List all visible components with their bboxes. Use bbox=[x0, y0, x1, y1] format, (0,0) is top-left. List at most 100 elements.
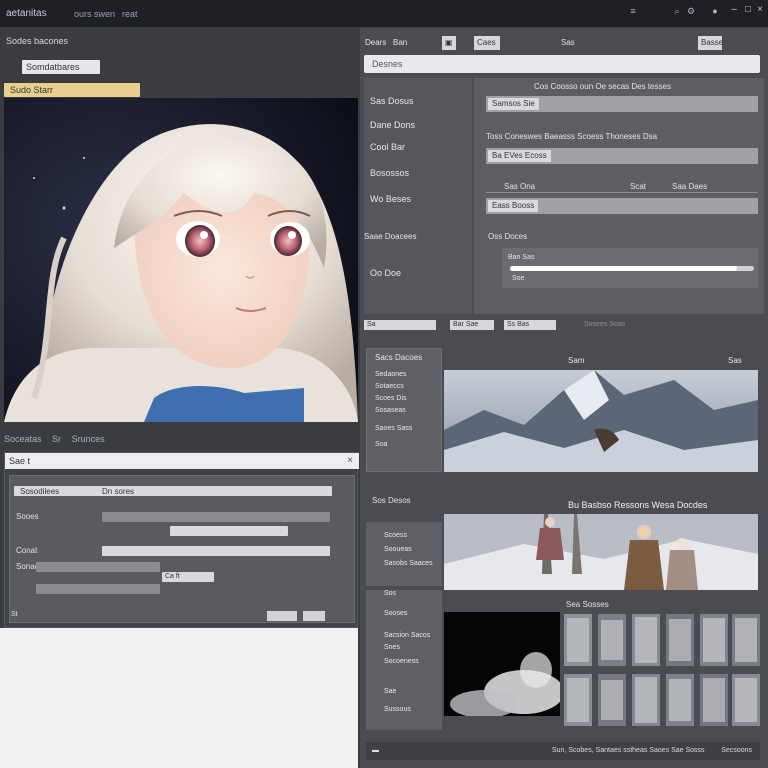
gallery-nav-item[interactable]: Socoeness bbox=[384, 658, 419, 665]
form-input[interactable] bbox=[14, 486, 332, 496]
setting-label: Toss Coneswes Baeasss Scoess Thoneses Ds… bbox=[486, 132, 658, 141]
thumbnail[interactable] bbox=[666, 674, 694, 726]
gallery-nav-3: Sos Sooses Sacsion Sacos Snes Socoeness … bbox=[366, 590, 442, 730]
form-title: Sae t bbox=[9, 456, 31, 466]
tab[interactable]: Ban bbox=[390, 36, 410, 50]
address-bar[interactable]: Desnes bbox=[364, 55, 760, 73]
settings-form: Sae t × Sosodilees Dn sores Sooes Conat … bbox=[4, 452, 359, 628]
thumbnail[interactable] bbox=[598, 614, 626, 666]
settings-icon[interactable]: ⚙ bbox=[686, 6, 696, 16]
gallery-nav-item[interactable]: Sacsion Sacos bbox=[384, 632, 430, 639]
gallery-nav-item[interactable]: Saoes Sass bbox=[375, 425, 412, 432]
section-label: Sea Sosses bbox=[566, 600, 609, 609]
tab[interactable]: Caes bbox=[474, 36, 500, 50]
scene-image[interactable] bbox=[444, 514, 758, 590]
maximize-icon[interactable]: □ bbox=[742, 4, 754, 16]
form-input[interactable] bbox=[170, 526, 288, 536]
form-input[interactable]: Ca ft bbox=[162, 572, 214, 582]
left-panel-heading: Sodes bacones bbox=[6, 36, 69, 46]
menu-icon[interactable]: ≡ bbox=[628, 6, 638, 16]
mountain-image[interactable] bbox=[444, 370, 758, 472]
thumbnail[interactable] bbox=[632, 614, 660, 666]
form-body: Sosodilees Dn sores Sooes Conat Sonaces … bbox=[9, 475, 355, 623]
gallery-nav-item[interactable]: Sae bbox=[384, 688, 396, 695]
thumbnail[interactable] bbox=[632, 674, 660, 726]
thumbnail[interactable] bbox=[732, 674, 760, 726]
gallery-nav-item[interactable]: Sasobs Saaces bbox=[384, 560, 433, 567]
nav-item[interactable]: Wo Beses bbox=[370, 194, 411, 204]
setting-field[interactable]: Eass Booss bbox=[486, 198, 758, 214]
gallery-nav-item[interactable]: Sooueas bbox=[384, 546, 412, 553]
form-input[interactable] bbox=[102, 546, 330, 556]
window-subtitle-2: reat bbox=[122, 9, 138, 19]
slider-track[interactable] bbox=[510, 266, 754, 271]
gallery-nav-item[interactable]: Sedaones bbox=[375, 371, 407, 378]
gallery-nav-item[interactable]: Scoess bbox=[384, 532, 407, 539]
nav-item[interactable]: Cool Bar bbox=[370, 142, 405, 152]
gallery-nav-item[interactable]: Sooses bbox=[384, 610, 407, 617]
gallery-nav-item[interactable]: Sotaeccs bbox=[375, 383, 404, 390]
thumbnail[interactable] bbox=[564, 674, 592, 726]
nav-item[interactable]: Oo Doe bbox=[370, 268, 401, 278]
ok-button[interactable] bbox=[303, 611, 325, 621]
tab-icon[interactable]: ▣ bbox=[442, 36, 456, 50]
title-bar: aetanitas ours swen reat ≡ ⌕ ⚙ ● – □ × bbox=[0, 0, 768, 28]
form-input[interactable] bbox=[102, 512, 330, 522]
tab[interactable]: Dears bbox=[362, 36, 389, 50]
highlighted-item[interactable]: Sudo Starr bbox=[4, 83, 140, 97]
gallery-nav-item[interactable]: Snes bbox=[384, 644, 400, 651]
nav-item[interactable]: Bosossos bbox=[370, 168, 409, 178]
user-icon[interactable]: ● bbox=[710, 6, 720, 16]
status-field[interactable]: Sa bbox=[364, 320, 436, 330]
thumbnail[interactable] bbox=[732, 614, 760, 666]
thumbnail[interactable] bbox=[700, 674, 728, 726]
setting-field[interactable]: Samsos Sie bbox=[486, 96, 758, 112]
thumbnail[interactable] bbox=[564, 614, 592, 666]
toolbar-item[interactable]: Srunces bbox=[72, 434, 105, 444]
gallery-nav-item[interactable]: Sos bbox=[384, 590, 396, 597]
tab[interactable]: Sas bbox=[558, 36, 578, 50]
thumbnail[interactable] bbox=[598, 674, 626, 726]
section-label: Sam bbox=[568, 356, 585, 365]
close-icon[interactable]: × bbox=[347, 455, 353, 466]
gallery-nav-item[interactable]: Scoes Dis bbox=[375, 395, 407, 402]
thumbnail[interactable] bbox=[666, 614, 694, 666]
cancel-button[interactable] bbox=[267, 611, 297, 621]
close-icon[interactable]: × bbox=[754, 4, 766, 16]
thumbnail[interactable] bbox=[700, 614, 728, 666]
slider-value: Soe bbox=[512, 275, 525, 282]
nav-item[interactable]: Dane Dons bbox=[370, 120, 415, 130]
tab-bar: Dears Ban ▣ Caes Sas Basse bbox=[362, 36, 766, 50]
form-footer-label: St bbox=[11, 611, 18, 618]
smoke-image[interactable] bbox=[444, 612, 560, 716]
form-footer: St bbox=[5, 603, 359, 625]
form-header: Sae t × bbox=[5, 453, 359, 469]
bottom-icon[interactable]: ▬ bbox=[372, 747, 379, 754]
gallery-nav-item[interactable]: Soa bbox=[375, 441, 387, 448]
minimize-icon[interactable]: – bbox=[728, 4, 740, 16]
form-input[interactable] bbox=[36, 584, 160, 594]
window-subtitle: ours swen bbox=[74, 9, 116, 19]
gallery-nav-2: Scoess Sooueas Sasobs Saaces bbox=[366, 522, 442, 586]
setting-field[interactable]: Ba EVes Ecoss bbox=[486, 148, 758, 164]
form-input[interactable] bbox=[36, 562, 160, 572]
toolbar-item[interactable]: Soceatas bbox=[4, 434, 42, 444]
section-label: Sos Desos bbox=[372, 496, 411, 505]
nav-item[interactable]: Sas Dosus bbox=[370, 96, 414, 106]
toolbar-item[interactable]: Sr bbox=[52, 434, 61, 444]
setting-label: Sas Ona bbox=[504, 182, 536, 191]
slider-fill bbox=[510, 266, 737, 271]
left-panel-field[interactable]: Somdatbares bbox=[22, 60, 100, 74]
tab[interactable]: Basse bbox=[698, 36, 723, 50]
window-title: aetanitas bbox=[6, 8, 47, 19]
scene-illustration bbox=[444, 514, 758, 590]
gallery-nav: Sacs Dacoes Sedaones Sotaeccs Scoes Dis … bbox=[366, 348, 442, 472]
gallery-nav-item[interactable]: Sussous bbox=[384, 706, 411, 713]
status-field[interactable]: Bar Sae bbox=[450, 320, 494, 330]
status-field[interactable]: Ss Bas bbox=[504, 320, 556, 330]
gallery-nav-item[interactable]: Sosaseas bbox=[375, 407, 406, 414]
slider-control[interactable]: Ban Sas Soe bbox=[502, 248, 758, 288]
search-icon[interactable]: ⌕ bbox=[672, 6, 682, 16]
bottom-text: Sun, Scobes, Santaes sstheas Saoes Sae S… bbox=[552, 747, 705, 754]
setting-label: Scat bbox=[630, 182, 647, 191]
